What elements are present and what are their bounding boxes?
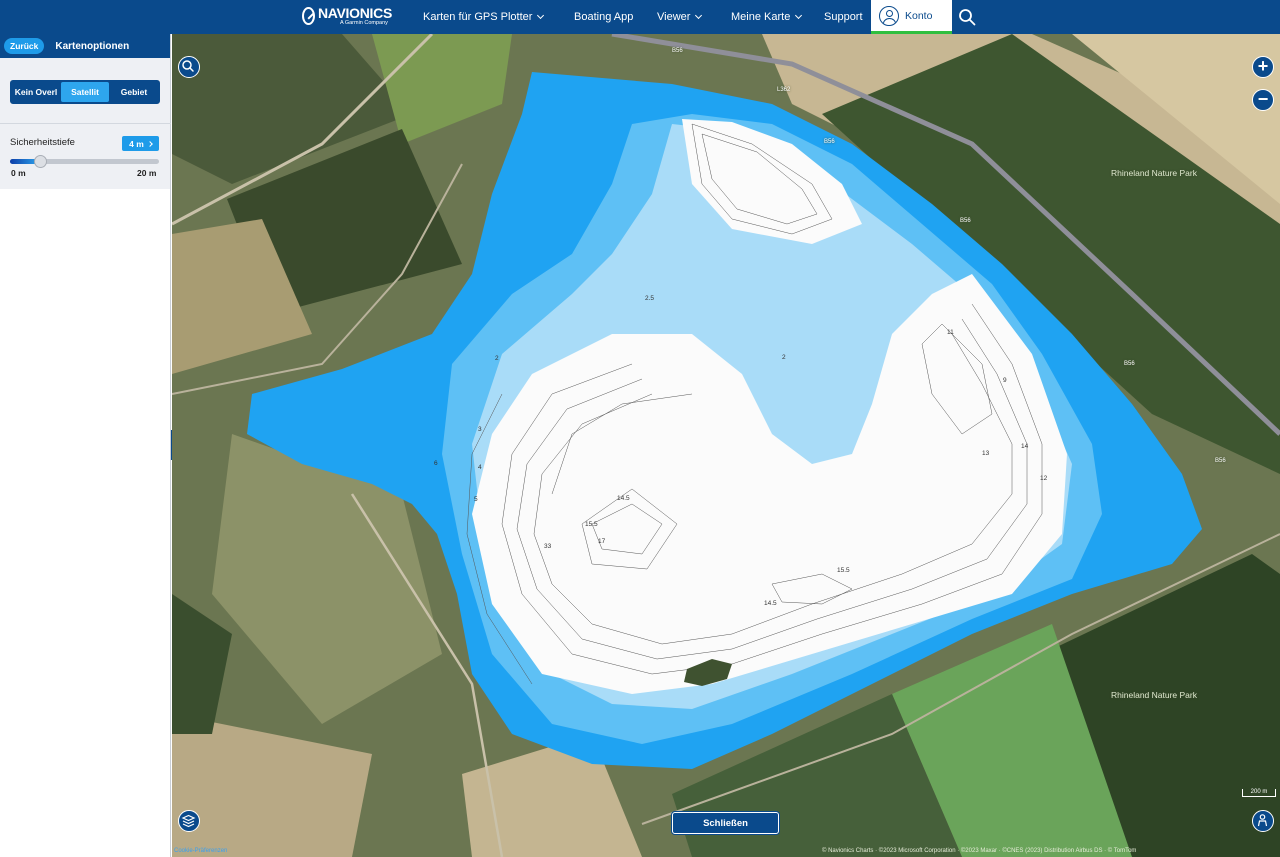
top-navigation-bar: NAVIONICS A Garmin Company Karten für GP…	[0, 0, 1280, 34]
depth-label: 14.5	[764, 600, 777, 607]
chevron-down-icon	[537, 11, 545, 20]
nav-my-map[interactable]: Meine Karte	[731, 0, 803, 34]
map-view[interactable]: 2.5 2 3 4 6 5 2 14.5 15.5 17 15.5 14.5 1…	[172, 34, 1280, 857]
safety-depth-slider[interactable]	[10, 155, 159, 168]
logo-name: NAVIONICS	[317, 5, 392, 21]
nav-support[interactable]: Support	[824, 0, 863, 34]
slider-max-label: 20 m	[137, 168, 157, 178]
depth-label: 4	[478, 464, 482, 471]
person-icon	[1257, 814, 1268, 827]
depth-label: 11	[947, 329, 954, 336]
panel-empty-area	[0, 189, 170, 857]
overlay-none-option[interactable]: Kein Overl	[12, 82, 60, 102]
navionics-logo[interactable]: NAVIONICS A Garmin Company	[302, 6, 392, 30]
satellite-map	[172, 34, 1280, 857]
depth-label: 5	[474, 496, 478, 503]
slider-thumb[interactable]	[34, 155, 47, 168]
close-button[interactable]: Schließen	[672, 812, 779, 834]
place-label-rhineland-nature-park: Rhineland Nature Park	[1111, 168, 1197, 178]
panel-header: Zurück Kartenoptionen	[0, 34, 170, 58]
place-label-rhineland-nature-park: Rhineland Nature Park	[1111, 690, 1197, 700]
panel-title: Kartenoptionen	[55, 40, 130, 52]
safety-depth-label: Sicherheitstiefe	[10, 137, 75, 148]
nav-boating-app[interactable]: Boating App	[574, 0, 633, 34]
road-label: B56	[672, 48, 683, 54]
depth-label: 13	[982, 450, 990, 457]
user-location-button[interactable]	[1252, 810, 1274, 832]
depth-label: 3	[478, 426, 482, 433]
depth-label: 33	[544, 543, 552, 550]
depth-label: 2.5	[645, 295, 655, 302]
chevron-down-icon	[795, 11, 803, 20]
logo-subtitle: A Garmin Company	[339, 20, 388, 26]
depth-label: 9	[1003, 377, 1007, 384]
road-label: B56	[1215, 458, 1226, 464]
navionics-logo-icon	[302, 7, 315, 25]
nav-charts-gps-plotter[interactable]: Karten für GPS Plotter	[423, 0, 545, 34]
road-label: B56	[824, 139, 835, 145]
road-label: B56	[960, 218, 971, 224]
layers-button[interactable]	[178, 810, 200, 832]
layers-icon	[181, 814, 196, 828]
map-options-panel: Zurück Kartenoptionen Kein Overl Satelli…	[0, 34, 171, 857]
depth-label: 14	[1021, 443, 1029, 450]
depth-label: 6	[434, 460, 438, 467]
zoom-in-button[interactable]: +	[1252, 56, 1274, 78]
depth-label: 14.5	[617, 495, 630, 502]
depth-label: 15.5	[585, 521, 598, 528]
overlay-toggle-group: Kein Overl Satellit Gebiet	[10, 80, 160, 104]
back-button[interactable]: Zurück	[4, 38, 45, 54]
depth-label: 12	[1040, 475, 1048, 482]
cookie-preferences-link[interactable]: Cookie-Präferenzen	[174, 848, 227, 854]
account-button[interactable]: Konto	[871, 0, 952, 34]
chevron-right-icon	[146, 140, 153, 147]
divider	[0, 123, 171, 124]
depth-label: 2	[495, 355, 499, 362]
overlay-area-option[interactable]: Gebiet	[110, 82, 158, 102]
map-scale-bar: 200 m	[1242, 789, 1276, 797]
map-attribution: © Navionics Charts · ©2023 Microsoft Cor…	[822, 848, 1137, 854]
overlay-satellite-option[interactable]: Satellit	[61, 82, 109, 102]
road-label: B56	[1124, 361, 1135, 367]
map-search-button[interactable]	[178, 56, 200, 78]
user-icon	[879, 5, 899, 26]
chevron-down-icon	[695, 11, 703, 20]
search-icon	[182, 60, 194, 72]
search-icon[interactable]	[958, 8, 976, 26]
depth-label: 2	[782, 354, 786, 361]
safety-depth-value-button[interactable]: 4 m	[122, 136, 159, 151]
slider-min-label: 0 m	[11, 168, 26, 178]
depth-label: 15.5	[837, 567, 850, 574]
road-label: L362	[777, 87, 791, 93]
zoom-out-button[interactable]: −	[1252, 89, 1274, 111]
depth-label: 17	[598, 538, 606, 545]
nav-viewer[interactable]: Viewer	[657, 0, 703, 34]
